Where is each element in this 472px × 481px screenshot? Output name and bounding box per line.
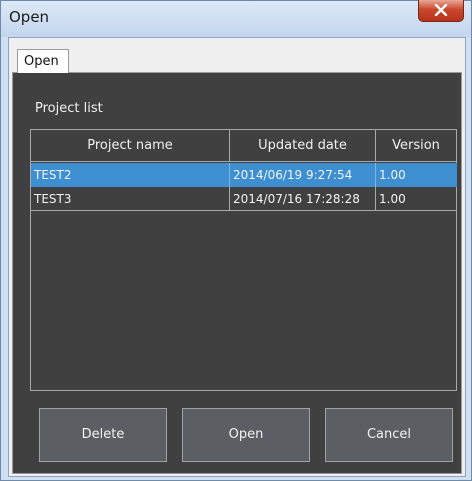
- cell-version: 1.00: [379, 168, 406, 182]
- open-button[interactable]: Open: [182, 408, 310, 462]
- cell-version: 1.00: [379, 192, 406, 206]
- column-header-updated-date[interactable]: Updated date: [230, 130, 376, 162]
- table-row[interactable]: TEST2 2014/06/19 9:27:54 1.00: [31, 163, 457, 187]
- delete-button[interactable]: Delete: [39, 408, 167, 462]
- dialog-client-area: Open Project list Project name Updated d…: [8, 37, 466, 477]
- project-list-label: Project list: [35, 101, 103, 116]
- tab-open[interactable]: Open: [17, 49, 69, 73]
- cancel-button[interactable]: Cancel: [325, 408, 453, 462]
- cell-updated-date: 2014/06/19 9:27:54: [230, 163, 376, 187]
- close-icon: [434, 4, 448, 16]
- table-row[interactable]: TEST3 2014/07/16 17:28:28 1.00: [31, 187, 457, 211]
- grid-header: Project name Updated date Version: [31, 130, 457, 163]
- window-title: Open: [9, 8, 50, 26]
- column-header-version[interactable]: Version: [376, 130, 457, 162]
- open-dialog-window: Open Open Project list Project name Upda…: [0, 0, 472, 481]
- title-bar[interactable]: Open: [1, 0, 471, 37]
- column-header-project-name[interactable]: Project name: [31, 130, 230, 162]
- close-button[interactable]: [418, 0, 464, 22]
- cell-project-name: TEST2: [31, 163, 230, 187]
- project-list-grid[interactable]: Project name Updated date Version TEST2 …: [30, 129, 457, 391]
- cell-project-name: TEST3: [31, 187, 230, 211]
- cell-updated-date: 2014/07/16 17:28:28: [230, 187, 376, 211]
